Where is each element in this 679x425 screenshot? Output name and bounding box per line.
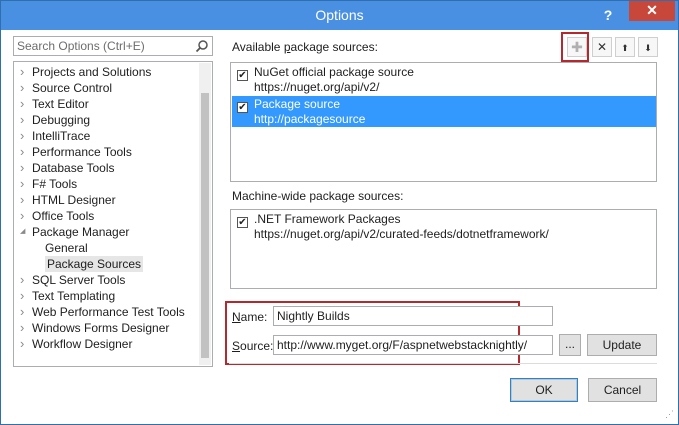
tree-item[interactable]: › Performance Tools (14, 144, 198, 160)
tree-item[interactable]: › Office Tools (14, 208, 198, 224)
options-tree[interactable]: › Projects and Solutions › Source Control › T… (13, 61, 213, 367)
chevron-right-icon[interactable]: › (20, 176, 30, 192)
search-box[interactable] (13, 36, 213, 56)
tree-item[interactable]: › Text Templating (14, 288, 198, 304)
tree-item-label: Package Manager (32, 225, 130, 239)
source-name-1: Package source (254, 97, 341, 111)
move-down-button[interactable]: ⬇ (638, 37, 658, 57)
tree-item-label: Web Performance Test Tools (32, 305, 185, 319)
source-row-1[interactable]: ✔ Package source http://packagesource (232, 96, 656, 127)
tree-item-label: SQL Server Tools (32, 273, 126, 287)
tree-scrollbar[interactable] (199, 63, 211, 365)
chevron-right-icon[interactable]: › (20, 144, 30, 160)
tree-item[interactable]: › Text Editor (14, 96, 198, 112)
name-label: Name: (232, 310, 268, 324)
chevron-right-icon[interactable]: › (20, 112, 30, 128)
machine-wide-sources-list[interactable]: ✔ .NET Framework Packages https://nuget.… (230, 209, 657, 289)
move-up-icon: ⬆ (621, 43, 629, 53)
tree-item-label: Source Control (32, 81, 113, 95)
tree-item[interactable]: › SQL Server Tools (14, 272, 198, 288)
tree-item-label: General (45, 241, 88, 255)
tree-item[interactable]: › Windows Forms Designer (14, 320, 198, 336)
source-checkbox-0[interactable]: ✔ (237, 70, 248, 81)
remove-icon: ✕ (596, 40, 608, 54)
tree-item[interactable]: › F# Tools (14, 176, 198, 192)
source-row-0[interactable]: ✔ NuGet official package source https://… (232, 64, 656, 95)
tree-item-label: Projects and Solutions (32, 65, 152, 79)
tree-item[interactable]: › IntelliTrace (14, 128, 198, 144)
source-checkbox-1[interactable]: ✔ (237, 102, 248, 113)
move-down-icon: ⬇ (644, 43, 652, 53)
tree-item-label: Debugging (32, 113, 91, 127)
source-label: Source: (232, 339, 274, 353)
tree-item-label: Windows Forms Designer (32, 321, 170, 335)
window-title: Options (315, 7, 364, 23)
tree-item-label: Workflow Designer (32, 337, 133, 351)
tree-item[interactable]: › Projects and Solutions (14, 64, 198, 80)
chevron-right-icon[interactable]: › (20, 128, 30, 144)
search-input[interactable] (17, 39, 191, 53)
tree-item[interactable]: › Workflow Designer (14, 336, 198, 352)
tree-item-label: F# Tools (32, 177, 78, 191)
machine-source-name-0: .NET Framework Packages (254, 212, 401, 226)
cancel-button[interactable]: Cancel (588, 378, 657, 402)
tree-item-label: Text Templating (32, 289, 116, 303)
source-url-1: http://packagesource (254, 112, 366, 126)
chevron-right-icon[interactable]: › (20, 288, 30, 304)
available-sources-list[interactable]: ✔ NuGet official package source https://… (230, 62, 657, 182)
chevron-right-icon[interactable]: › (20, 272, 30, 288)
tree-item[interactable]: ◢ Package Manager (14, 224, 198, 240)
chevron-right-icon[interactable]: › (20, 192, 30, 208)
chevron-right-icon[interactable]: › (20, 336, 30, 352)
tree-item-label: IntelliTrace (32, 129, 91, 143)
name-field[interactable] (273, 306, 553, 326)
search-icon (195, 40, 208, 53)
tree-item-label: Office Tools (32, 209, 95, 223)
tree-item[interactable]: Package Sources (14, 256, 198, 272)
available-sources-label: Available package sources: (232, 40, 378, 54)
close-button[interactable]: ✕ (629, 1, 675, 21)
chevron-right-icon[interactable]: › (20, 160, 30, 176)
chevron-right-icon[interactable]: › (20, 320, 30, 336)
machine-wide-label: Machine-wide package sources: (232, 189, 404, 203)
chevron-down-icon[interactable]: ◢ (20, 224, 30, 240)
tree-item[interactable]: General (14, 240, 198, 256)
source-url-0: https://nuget.org/api/v2/ (254, 80, 380, 94)
machine-source-row-0[interactable]: ✔ .NET Framework Packages https://nuget.… (232, 211, 656, 242)
chevron-right-icon[interactable]: › (20, 208, 30, 224)
tree-item-label: Database Tools (32, 161, 115, 175)
source-name-0: NuGet official package source (254, 65, 414, 79)
tree-item[interactable]: › Source Control (14, 80, 198, 96)
machine-source-url-0: https://nuget.org/api/v2/curated-feeds/d… (254, 227, 549, 241)
options-dialog: Options ? ✕ ›Projects and Solutions›Sour… (0, 0, 679, 425)
tree-item-label: Package Sources (45, 256, 144, 272)
browse-button[interactable]: ... (559, 334, 581, 356)
tree-item-label: Text Editor (32, 97, 89, 111)
tree-item-label: HTML Designer (32, 193, 116, 207)
source-field[interactable] (273, 335, 553, 355)
machine-source-checkbox-0[interactable]: ✔ (237, 217, 248, 228)
help-button[interactable]: ? (598, 5, 618, 25)
tree-item[interactable]: › HTML Designer (14, 192, 198, 208)
update-button[interactable]: Update (587, 334, 657, 356)
tree-item[interactable]: › Database Tools (14, 160, 198, 176)
resize-grip-icon[interactable]: ⋰ (665, 409, 674, 420)
move-up-button[interactable]: ⬆ (615, 37, 635, 57)
tree-item[interactable]: › Web Performance Test Tools (14, 304, 198, 320)
tree-item[interactable]: › Debugging (14, 112, 198, 128)
separator (229, 363, 657, 364)
title-bar: Options ? ✕ (1, 1, 678, 30)
chevron-right-icon[interactable]: › (20, 64, 30, 80)
tree-item-label: Performance Tools (32, 145, 132, 159)
ok-button[interactable]: OK (510, 378, 578, 402)
chevron-right-icon[interactable]: › (20, 304, 30, 320)
chevron-right-icon[interactable]: › (20, 80, 30, 96)
chevron-right-icon[interactable]: › (20, 96, 30, 112)
remove-source-button[interactable]: ✕ (592, 37, 612, 57)
add-button-highlight (561, 32, 589, 62)
tree-scrollbar-thumb[interactable] (201, 93, 209, 358)
